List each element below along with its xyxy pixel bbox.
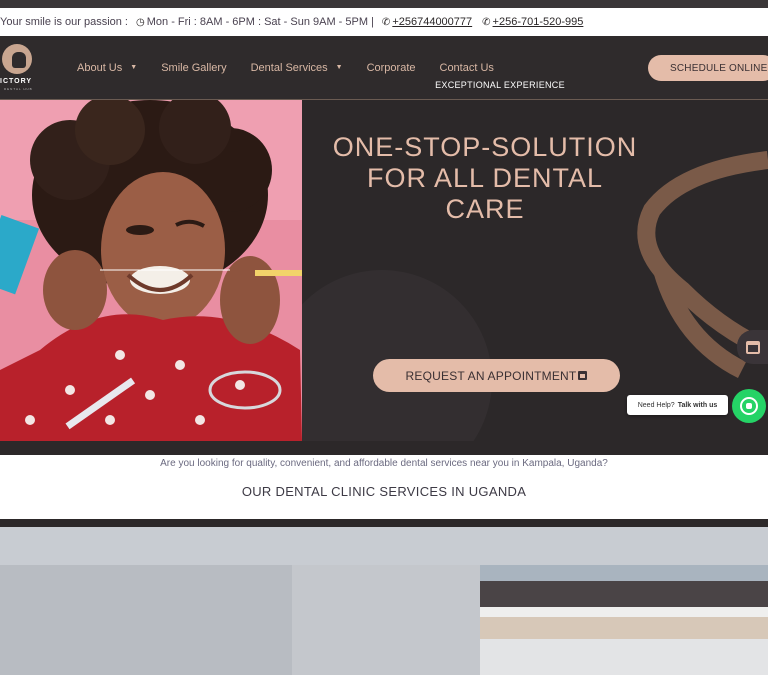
hero-photo: [0, 100, 302, 441]
phone-link-2[interactable]: +256-701-520-995: [493, 16, 584, 28]
nav-item-corporate[interactable]: Corporate: [367, 62, 416, 74]
nav-item-label: Corporate: [366, 61, 416, 74]
request-appointment-label: REQUEST AN APPOINTMENT: [405, 368, 577, 383]
calendar-icon: [578, 371, 588, 380]
intro-section: Are you looking for quality, convenient,…: [0, 455, 768, 519]
phone-icon: ✆: [482, 16, 491, 28]
main-nav: ICTORY DENTAL HUB About Us ▼ Smile Galle…: [0, 36, 768, 100]
schedule-online-button[interactable]: SCHEDULE ONLINE: [648, 55, 768, 81]
calendar-icon: [745, 340, 760, 354]
nav-item-label: Contact Us: [439, 61, 494, 74]
chevron-down-icon: ▼: [130, 64, 138, 71]
chevron-down-icon: ▼: [335, 64, 343, 71]
site-logo[interactable]: ICTORY DENTAL HUB: [0, 42, 46, 91]
whatsapp-button[interactable]: [732, 389, 766, 423]
page: Your smile is our passion : ◷ Mon - Fri …: [0, 0, 768, 675]
nav-item-about-us[interactable]: About Us ▼: [77, 62, 137, 74]
services-heading: OUR DENTAL CLINIC SERVICES IN UGANDA: [241, 484, 527, 499]
passion-text: Your smile is our passion :: [0, 16, 128, 28]
hero-kicker: EXCEPTIONAL EXPERIENCE: [435, 80, 565, 90]
logo-wordmark: ICTORY: [0, 78, 33, 85]
section-divider: [0, 519, 768, 527]
request-appointment-button[interactable]: REQUEST AN APPOINTMENT: [373, 359, 620, 392]
hero-headline: ONE-STOP-SOLUTION FOR ALL DENTAL CARE: [332, 132, 638, 224]
info-bar: Your smile is our passion : ◷ Mon - Fri …: [0, 8, 768, 36]
need-help-text: Need Help?: [637, 401, 675, 409]
phone-link-1[interactable]: +256744000777: [392, 16, 472, 28]
nav-item-dental-services[interactable]: Dental Services ▼: [251, 62, 343, 74]
intro-question: Are you looking for quality, convenient,…: [160, 458, 608, 469]
nav-item-contact-us[interactable]: Contact Us: [440, 62, 494, 74]
nav-item-label: Dental Services: [250, 61, 328, 74]
phone-icon: ✆: [381, 16, 391, 28]
woman-flossing-illustration: [0, 100, 302, 441]
whatsapp-icon: [740, 397, 758, 415]
clinic-interior-photo: [0, 527, 768, 675]
logo-tagline: DENTAL HUB: [4, 87, 33, 91]
nav-item-label: About Us: [77, 61, 123, 74]
clock-icon: ◷: [136, 16, 145, 28]
top-strip: [0, 0, 768, 8]
talk-with-us-text: Talk with us: [677, 401, 718, 409]
hours-text: Mon - Fri : 8AM - 6PM : Sat - Sun 9AM - …: [146, 16, 374, 28]
tooth-logo-icon: [2, 44, 32, 74]
need-help-bubble[interactable]: Need Help? Talk with us: [627, 395, 728, 415]
nav-item-smile-gallery[interactable]: Smile Gallery: [161, 62, 226, 74]
hero-bottom-strip: [0, 441, 768, 455]
nav-item-label: Smile Gallery: [161, 61, 227, 74]
calendar-floating-button[interactable]: [737, 330, 768, 364]
